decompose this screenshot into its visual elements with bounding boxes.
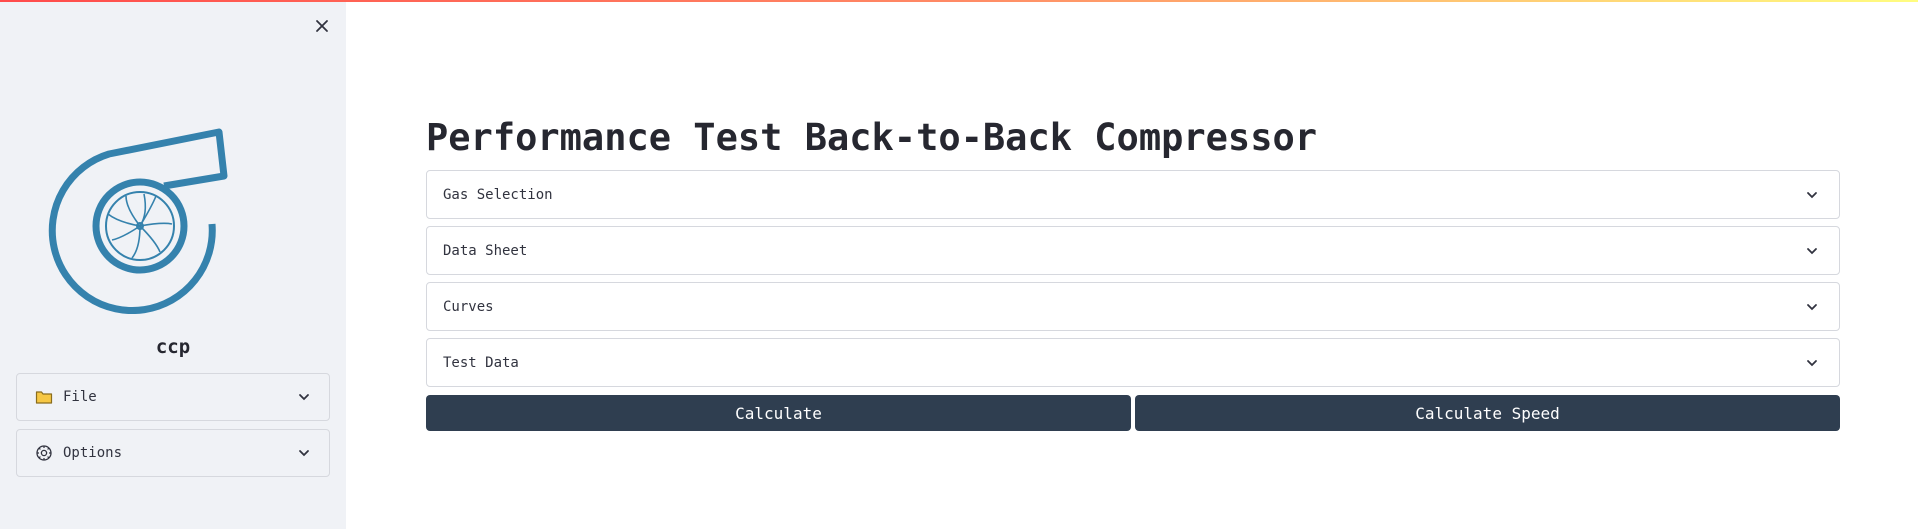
page-title: Performance Test Back-to-Back Compressor	[426, 116, 1318, 159]
expander-label: Gas Selection	[443, 186, 553, 203]
close-icon	[316, 20, 328, 32]
expander-data-sheet[interactable]: Data Sheet	[426, 226, 1840, 275]
close-sidebar-button[interactable]	[310, 14, 334, 38]
sidebar: ccp File Options	[0, 0, 346, 529]
sidebar-expander-options[interactable]: Options	[16, 429, 330, 477]
sidebar-item-label: File	[63, 389, 97, 405]
expander-curves[interactable]: Curves	[426, 282, 1840, 331]
calculate-button[interactable]: Calculate	[426, 395, 1131, 431]
chevron-down-icon	[299, 394, 309, 401]
chevron-down-icon	[1807, 303, 1817, 310]
chevron-down-icon	[1807, 191, 1817, 198]
sidebar-expander-file[interactable]: File	[16, 373, 330, 421]
sidebar-item-label: Options	[63, 445, 123, 461]
calculate-speed-button[interactable]: Calculate Speed	[1135, 395, 1840, 431]
expander-test-data[interactable]: Test Data	[426, 338, 1840, 387]
top-decoration-bar	[0, 0, 1918, 2]
chevron-down-icon	[1807, 359, 1817, 366]
expander-label: Data Sheet	[443, 242, 528, 259]
settings-gear-icon	[35, 444, 53, 462]
compressor-logo	[48, 128, 228, 314]
expander-gas-selection[interactable]: Gas Selection	[426, 170, 1840, 219]
expander-label: Test Data	[443, 354, 519, 371]
chevron-down-icon	[1807, 247, 1817, 254]
chevron-down-icon	[299, 450, 309, 457]
expander-label: Curves	[443, 298, 494, 315]
app-name: ccp	[155, 336, 191, 358]
folder-icon	[35, 388, 53, 406]
